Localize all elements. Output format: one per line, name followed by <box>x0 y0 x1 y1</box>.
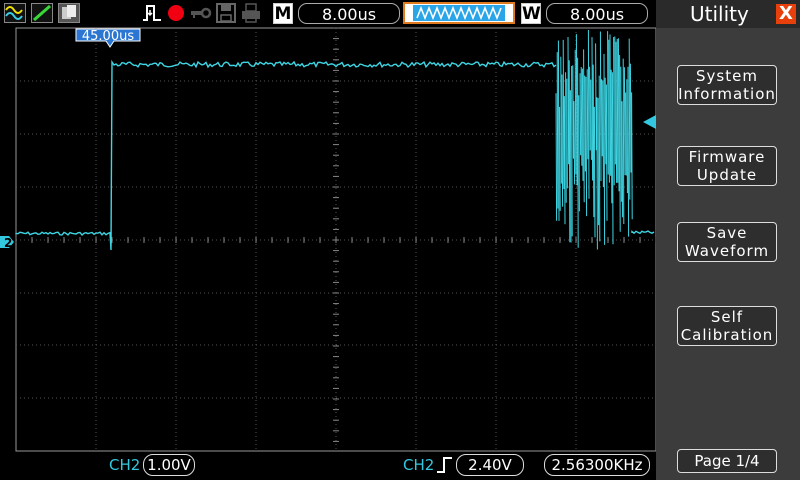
button-line: Information <box>678 85 776 103</box>
firmware-update-button[interactable]: Firmware Update <box>677 146 777 186</box>
waveform-display: 45.00us 2 <box>0 27 656 452</box>
page-button[interactable]: Page 1/4 <box>677 449 777 473</box>
trigger-channel-label: CH2 <box>403 456 435 474</box>
button-line: Save <box>706 224 748 242</box>
button-line: Calibration <box>680 326 774 344</box>
button-line: Waveform <box>684 242 770 260</box>
volts-per-div[interactable]: 1.00V <box>143 454 195 476</box>
save-waveform-button[interactable]: Save Waveform <box>677 222 777 262</box>
button-line: Firmware <box>688 148 766 166</box>
menu-header: Utility X <box>656 0 800 28</box>
button-line: System <box>696 67 758 85</box>
trigger-level[interactable]: 2.40V <box>456 454 524 476</box>
rising-edge-icon <box>437 457 452 473</box>
self-calibration-button[interactable]: Self Calibration <box>677 306 777 346</box>
trigger-position-label: 45.00us <box>82 29 134 44</box>
menu-title: Utility <box>690 2 749 26</box>
button-line: Update <box>696 166 758 184</box>
button-line: Self <box>710 308 744 326</box>
system-information-button[interactable]: System Information <box>677 65 777 105</box>
channel-label: CH2 <box>109 456 141 474</box>
utility-menu: Utility X System Information Firmware Up… <box>656 0 800 480</box>
close-icon[interactable]: X <box>776 4 796 24</box>
channel-2-marker-label: 2 <box>4 236 12 250</box>
frequency-readout: 2.56300KHz <box>544 454 650 476</box>
